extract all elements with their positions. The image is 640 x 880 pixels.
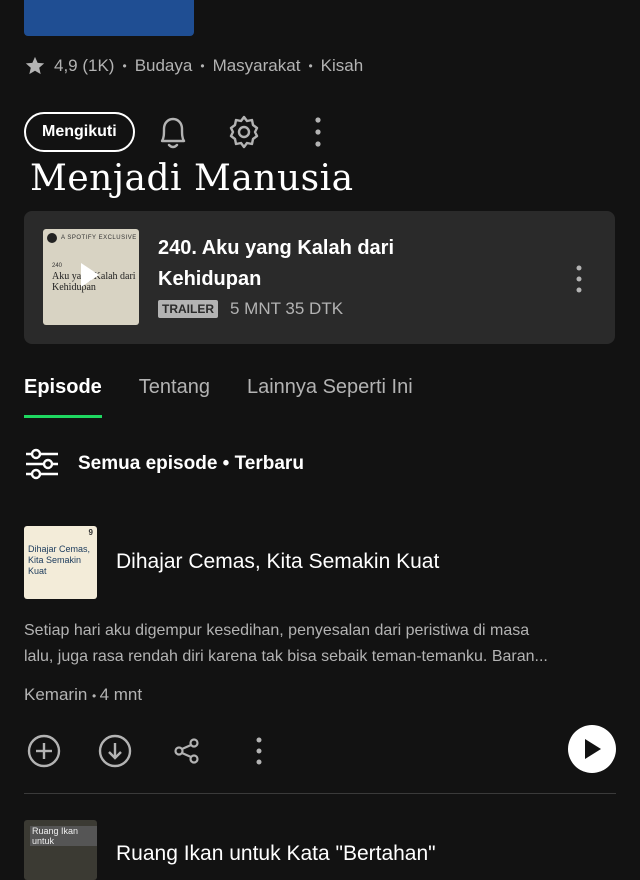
- notification-button[interactable]: [151, 110, 195, 154]
- play-icon: [81, 263, 99, 287]
- more-vertical-icon: [576, 265, 582, 293]
- rating-value: 4,9 (1K): [54, 56, 115, 75]
- category-link[interactable]: Kisah: [321, 56, 364, 76]
- gear-icon: [229, 115, 258, 149]
- more-options-button[interactable]: [296, 110, 340, 154]
- trailer-card[interactable]: A SPOTIFY EXCLUSIVE 240 Aku yang Kalah d…: [24, 211, 615, 344]
- separator-dot: •: [200, 59, 205, 73]
- artwork-label: A SPOTIFY EXCLUSIVE: [61, 235, 137, 241]
- episode-artwork-title: Ruang Ikan untuk: [30, 826, 97, 846]
- separator-dot: •: [308, 59, 313, 73]
- share-icon: [174, 738, 199, 764]
- header-banner: [24, 0, 194, 36]
- plus-circle-icon: [27, 734, 61, 768]
- episode-actions: [24, 725, 616, 773]
- tab-bar: Episode Tentang Lainnya Seperti Ini: [24, 376, 413, 418]
- more-vertical-icon: [256, 737, 262, 765]
- category-link[interactable]: Budaya: [135, 56, 193, 76]
- episode-divider: [24, 793, 616, 794]
- episode-description[interactable]: Setiap hari aku digempur kesedihan, peny…: [24, 618, 616, 670]
- add-to-library-button[interactable]: [24, 729, 64, 773]
- more-vertical-icon: [315, 117, 321, 147]
- sliders-icon: [26, 448, 58, 480]
- follow-button[interactable]: Mengikuti: [24, 112, 135, 152]
- show-actions: Mengikuti: [24, 110, 340, 154]
- settings-button[interactable]: [222, 110, 266, 154]
- show-meta: 4,9 (1K) • Budaya • Masyarakat • Kisah: [24, 54, 363, 78]
- tab-lainnya[interactable]: Lainnya Seperti Ini: [247, 376, 413, 418]
- episode-artwork[interactable]: 9 Dihajar Cemas, Kita Semakin Kuat: [24, 526, 97, 599]
- download-icon: [98, 734, 132, 768]
- share-button[interactable]: [167, 729, 207, 773]
- category-link[interactable]: Masyarakat: [213, 56, 301, 76]
- episode-length: 4 mnt: [99, 685, 143, 704]
- filter-label[interactable]: Semua episode • Terbaru: [78, 453, 304, 475]
- episode-meta: Kemarin • 4 mnt: [24, 685, 142, 705]
- spotify-badge-icon: [47, 233, 57, 243]
- tab-tentang[interactable]: Tentang: [139, 376, 210, 418]
- trailer-artwork[interactable]: A SPOTIFY EXCLUSIVE 240 Aku yang Kalah d…: [43, 229, 139, 325]
- episode-date: Kemarin: [24, 685, 88, 704]
- episode-title[interactable]: Ruang Ikan untuk Kata "Bertahan": [116, 842, 436, 866]
- trailer-more-button[interactable]: [567, 264, 591, 294]
- play-button[interactable]: [568, 725, 616, 773]
- play-icon: [585, 739, 601, 759]
- logo-mark-icon: 9: [88, 528, 93, 537]
- episode-title[interactable]: Dihajar Cemas, Kita Semakin Kuat: [116, 550, 439, 574]
- episode-artwork-title: Dihajar Cemas, Kita Semakin Kuat: [28, 544, 91, 576]
- tab-episode[interactable]: Episode: [24, 376, 102, 418]
- bell-icon: [160, 117, 185, 149]
- trailer-duration: 5 MNT 35 DTK: [230, 299, 344, 318]
- trailer-title[interactable]: 240. Aku yang Kalah dari Kehidupan: [158, 233, 448, 295]
- star-icon: [25, 56, 45, 75]
- episode-artwork[interactable]: Ruang Ikan untuk: [24, 820, 97, 880]
- trailer-meta: TRAILER 5 MNT 35 DTK: [158, 299, 343, 319]
- description-line: lalu, juga rasa rendah diri karena tak b…: [24, 648, 548, 665]
- description-line: Setiap hari aku digempur kesedihan, peny…: [24, 622, 530, 639]
- separator-dot: •: [92, 689, 100, 703]
- episode-more-button[interactable]: [239, 729, 279, 773]
- show-title: Menjadi Manusia: [30, 158, 354, 199]
- trailer-badge: TRAILER: [158, 300, 218, 318]
- separator-dot: •: [122, 59, 127, 73]
- episode-filter[interactable]: Semua episode • Terbaru: [24, 448, 304, 480]
- download-button[interactable]: [95, 729, 135, 773]
- artwork-number: 240: [52, 263, 63, 269]
